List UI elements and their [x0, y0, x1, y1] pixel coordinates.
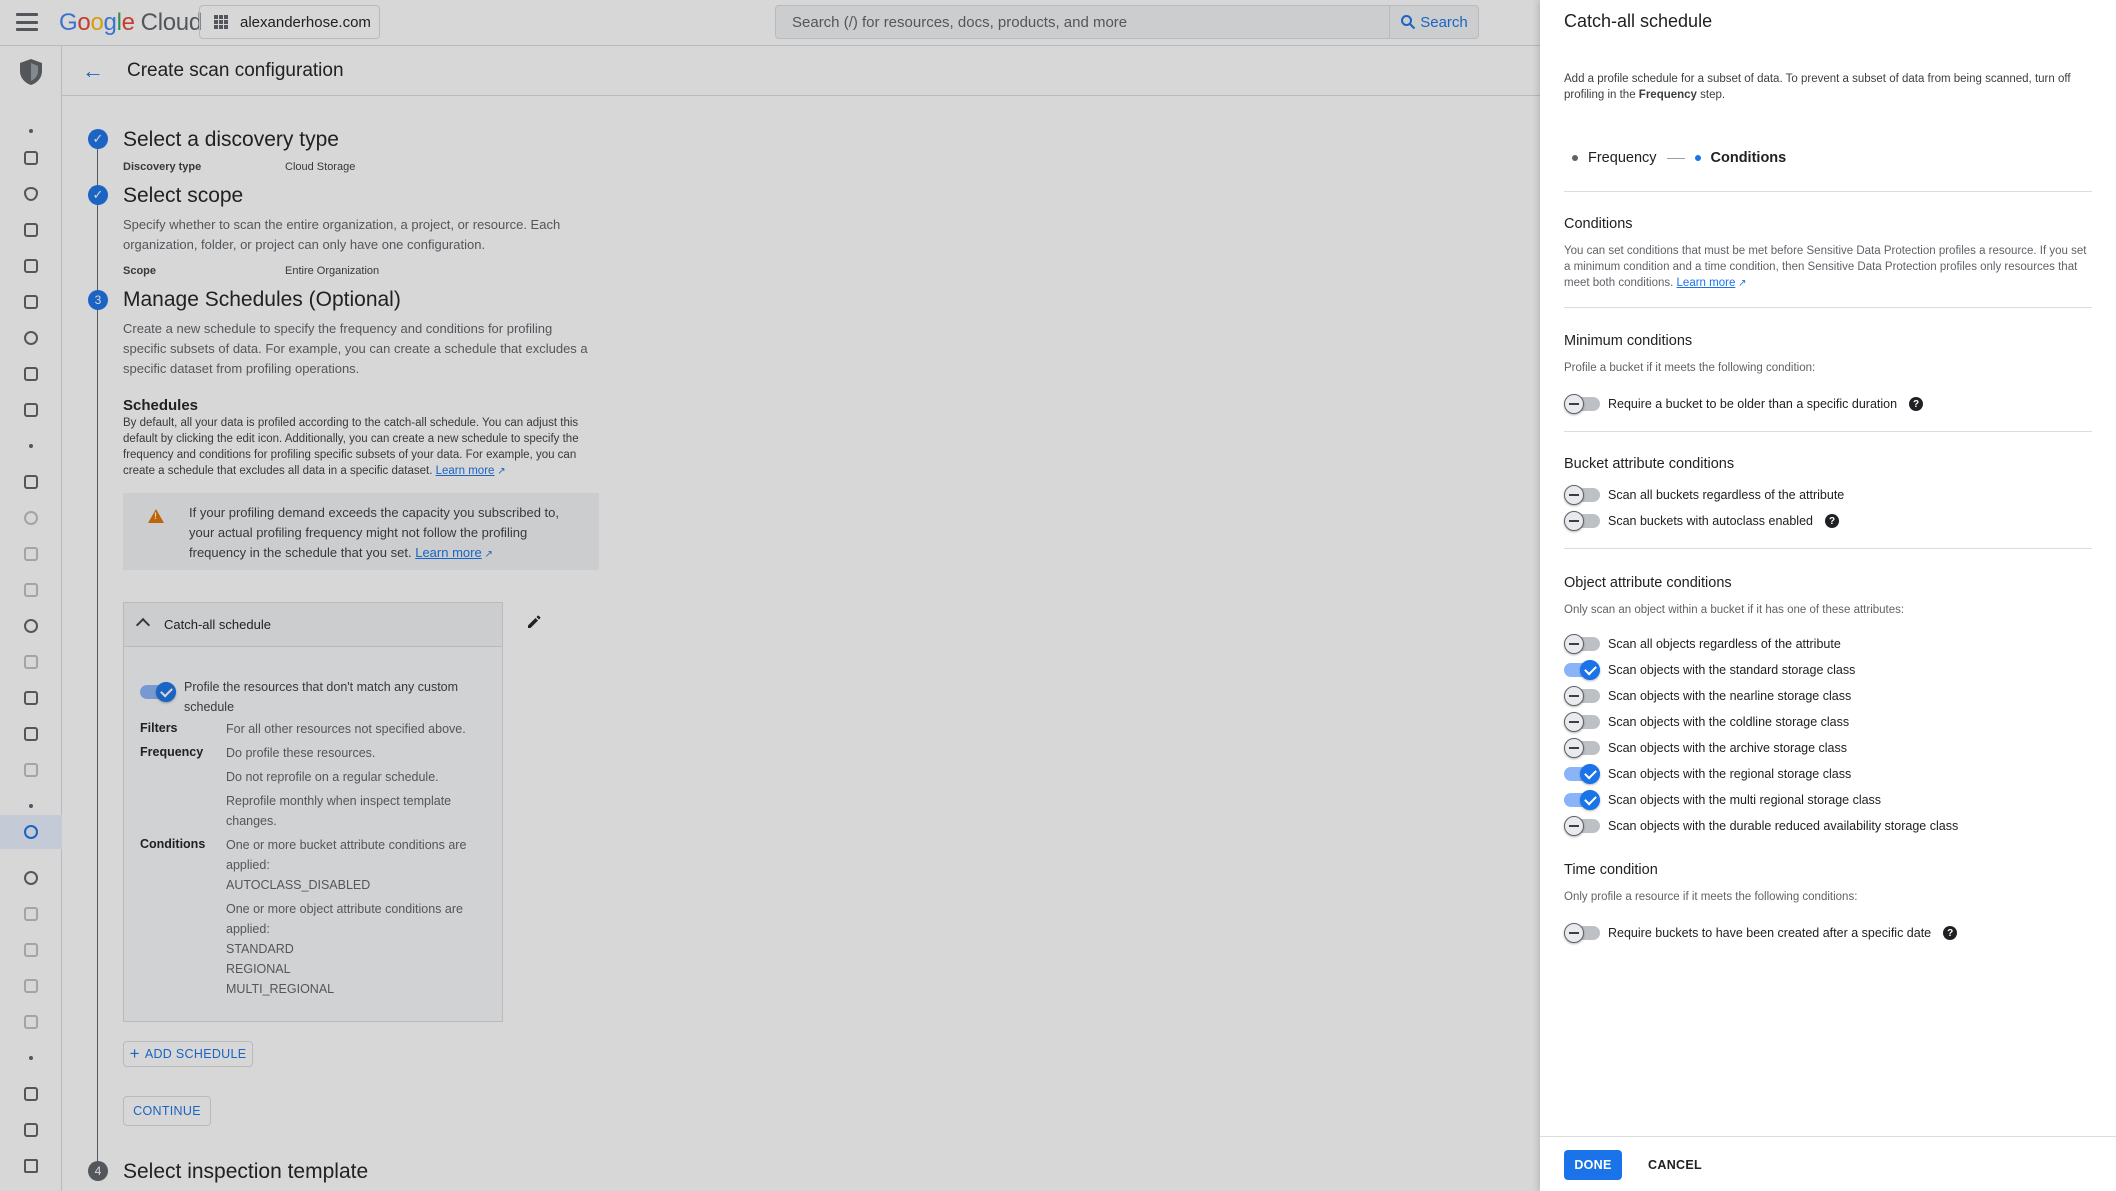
panel-footer: DONE CANCEL [1540, 1136, 2116, 1191]
catch-all-schedule-panel: Catch-all schedule Add a profile schedul… [1540, 0, 2116, 1191]
scan-all-buckets-toggle[interactable] [1564, 485, 1600, 505]
object-option-toggle[interactable] [1564, 660, 1600, 680]
external-link-icon: ↗ [1735, 278, 1747, 289]
object-option-label: Scan objects with the standard storage c… [1608, 663, 1856, 677]
conditions-heading: Conditions [1564, 216, 1633, 232]
divider [1564, 307, 2092, 308]
object-option-label: Scan objects with the durable reduced av… [1608, 819, 1959, 833]
object-option-label: Scan objects with the multi regional sto… [1608, 793, 1882, 807]
object-option-toggle[interactable] [1564, 816, 1600, 836]
object-option-row: Scan objects with the coldline storage c… [1564, 712, 1849, 732]
divider [1564, 431, 2092, 432]
object-option-toggle[interactable] [1564, 790, 1600, 810]
object-option-row: Scan objects with the regional storage c… [1564, 764, 1851, 784]
object-option-toggle[interactable] [1564, 764, 1600, 784]
panel-stepper: Frequency Conditions [1572, 148, 1786, 168]
conditions-description: You can set conditions that must be met … [1564, 245, 2087, 289]
object-option-label: Scan all objects regardless of the attri… [1608, 637, 1841, 651]
object-option-row: Scan objects with the durable reduced av… [1564, 816, 1958, 836]
object-option-toggle[interactable] [1564, 634, 1600, 654]
object-option-label: Scan objects with the regional storage c… [1608, 767, 1852, 781]
object-option-row: Scan all objects regardless of the attri… [1564, 634, 1841, 654]
object-option-row: Scan objects with the archive storage cl… [1564, 738, 1847, 758]
divider [1564, 548, 2092, 549]
minimum-conditions-heading: Minimum conditions [1564, 333, 1693, 349]
object-option-row: Scan objects with the nearline storage c… [1564, 686, 1851, 706]
object-option-row: Scan objects with the standard storage c… [1564, 660, 1855, 680]
autoclass-enabled-toggle[interactable] [1564, 511, 1600, 531]
bucket-option-label: Scan buckets with autoclass enabled [1608, 514, 1813, 528]
conditions-learn-more-link[interactable]: Learn more [1677, 277, 1736, 289]
bucket-option-row: Scan all buckets regardless of the attri… [1564, 485, 1844, 505]
stepper-bullet-active [1694, 155, 1701, 161]
panel-description: Add a profile schedule for a subset of d… [1564, 73, 2071, 101]
time-condition-text: Only profile a resource if it meets the … [1564, 891, 1858, 903]
panel-title: Catch-all schedule [1564, 11, 1713, 31]
minimum-duration-row: Require a bucket to be older than a spec… [1564, 394, 1924, 414]
minimum-duration-toggle[interactable] [1564, 394, 1600, 414]
object-option-label: Scan objects with the nearline storage c… [1608, 689, 1852, 703]
object-attribute-heading: Object attribute conditions [1564, 575, 1732, 591]
time-condition-row: Require buckets to have been created aft… [1564, 923, 1958, 943]
object-option-label: Scan objects with the archive storage cl… [1608, 741, 1848, 755]
bucket-attribute-heading: Bucket attribute conditions [1564, 456, 1735, 472]
object-attribute-text: Only scan an object within a bucket if i… [1564, 604, 1905, 616]
time-condition-label: Require buckets to have been created aft… [1608, 926, 1932, 940]
object-option-toggle[interactable] [1564, 686, 1600, 706]
minimum-duration-label: Require a bucket to be older than a spec… [1608, 397, 1898, 411]
stepper-conditions[interactable]: Conditions [1711, 150, 1787, 166]
created-after-date-toggle[interactable] [1564, 923, 1600, 943]
help-icon[interactable]: ? [1909, 397, 1924, 411]
divider [1564, 191, 2092, 192]
help-icon[interactable]: ? [1825, 514, 1839, 528]
stepper-connector [1666, 157, 1685, 159]
bucket-option-label: Scan all buckets regardless of the attri… [1608, 488, 1845, 502]
modal-scrim[interactable] [0, 0, 1540, 1191]
minimum-conditions-text: Profile a bucket if it meets the followi… [1564, 362, 1816, 374]
stepper-frequency[interactable]: Frequency [1588, 150, 1657, 166]
bucket-option-row: Scan buckets with autoclass enabled ? [1564, 511, 1839, 531]
done-button[interactable]: DONE [1564, 1150, 1622, 1180]
stepper-bullet [1572, 155, 1578, 161]
time-condition-heading: Time condition [1564, 862, 1658, 878]
object-option-toggle[interactable] [1564, 712, 1600, 732]
cancel-button[interactable]: CANCEL [1640, 1150, 1710, 1180]
object-option-row: Scan objects with the multi regional sto… [1564, 790, 1881, 810]
help-icon[interactable]: ? [1943, 926, 1958, 940]
object-option-toggle[interactable] [1564, 738, 1600, 758]
object-option-label: Scan objects with the coldline storage c… [1608, 715, 1850, 729]
